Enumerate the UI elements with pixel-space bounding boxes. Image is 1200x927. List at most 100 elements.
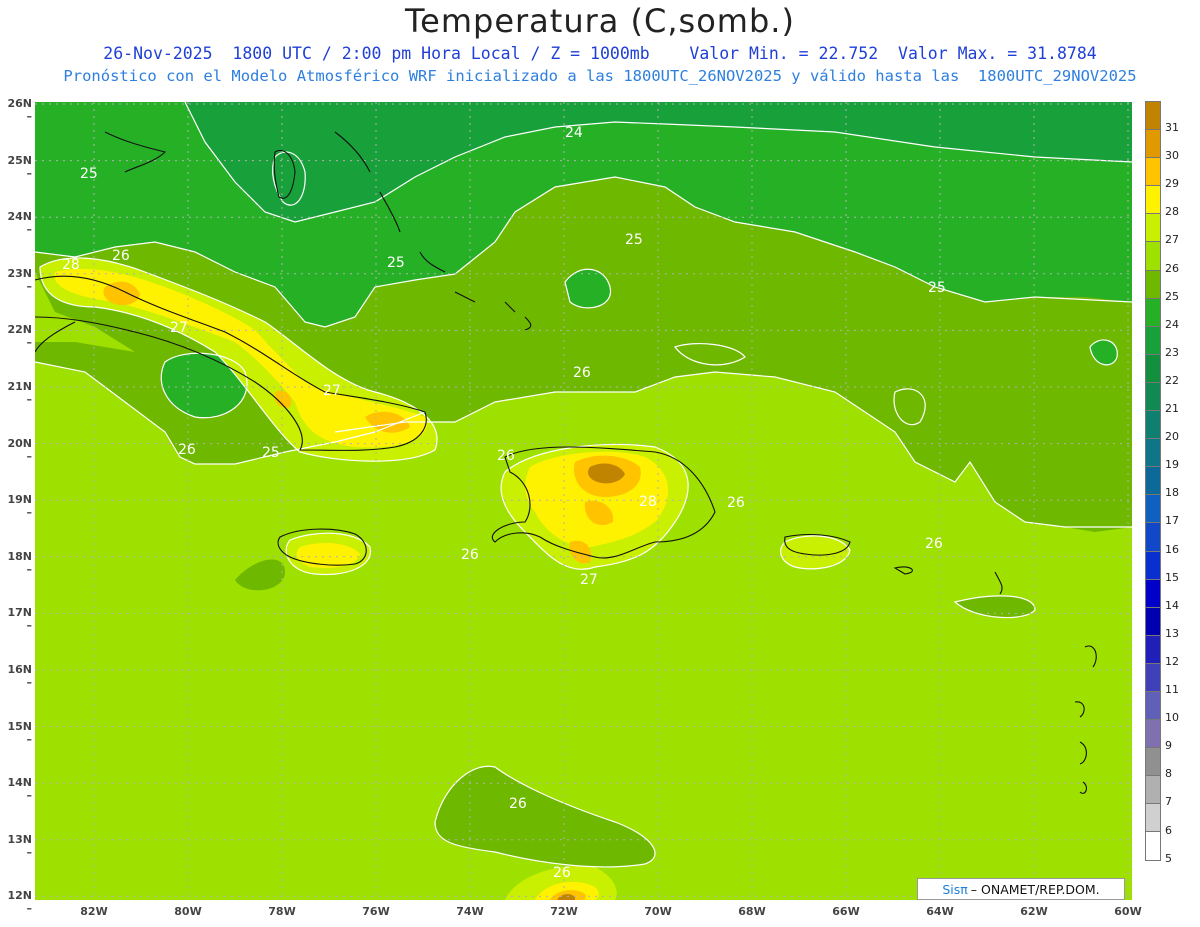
colorbar-label: 18 — [1165, 486, 1179, 500]
lat-label: 15N – — [7, 719, 32, 746]
lat-label: 26N – — [7, 97, 32, 123]
contour-label: 28 — [639, 494, 657, 510]
colorbar-swatch — [1145, 634, 1161, 663]
contour-label: 26 — [925, 536, 943, 552]
contour-label: 27 — [323, 383, 341, 399]
credit-org: – ONAMET/REP.DOM. — [970, 881, 1100, 897]
lon-label: 82W — [80, 905, 108, 918]
colorbar-label: 13 — [1165, 626, 1179, 640]
contour-label: 25 — [80, 166, 98, 182]
contour-label: 25 — [928, 280, 946, 296]
lon-label: 72W — [550, 905, 578, 918]
colorbar-swatch — [1145, 353, 1161, 382]
colorbar-swatch — [1145, 550, 1161, 579]
contour-label: 26 — [112, 248, 130, 264]
contour-label: 27 — [580, 572, 598, 588]
colorbar-swatch — [1145, 690, 1161, 720]
contour-label: 26 — [573, 365, 591, 381]
colorbar-swatch — [1145, 101, 1161, 130]
lon-label: 68W — [738, 905, 766, 918]
contour-label: 25 — [625, 232, 643, 248]
colorbar-label: 30 — [1165, 149, 1179, 163]
colorbar-swatch — [1145, 297, 1161, 326]
colorbar-swatch — [1145, 522, 1161, 551]
colorbar-label: 22 — [1165, 373, 1179, 387]
lat-label: 24N – — [7, 210, 32, 237]
sispi-logo: Sisπ — [942, 881, 968, 897]
contour-label: 26 — [461, 547, 479, 563]
colorbar-label: 28 — [1165, 205, 1179, 219]
lat-label: 18N – — [7, 549, 32, 576]
colorbar-swatch — [1145, 241, 1161, 270]
colorbar-label: 20 — [1165, 430, 1179, 444]
colorbar-label: 31 — [1165, 121, 1179, 134]
colorbar-swatch — [1145, 466, 1161, 495]
colorbar-label: 12 — [1165, 654, 1179, 668]
colorbar-label: 8 — [1165, 767, 1172, 781]
colorbar-label: 14 — [1165, 598, 1179, 612]
colorbar — [1145, 101, 1161, 861]
colorbar-label: 17 — [1165, 514, 1179, 528]
colorbar-swatch — [1145, 831, 1161, 861]
colorbar-label: 10 — [1165, 711, 1179, 725]
lat-label: 20N – — [7, 436, 32, 463]
lon-label: 70W — [644, 905, 672, 918]
colorbar-label: 11 — [1165, 683, 1179, 696]
lat-label: 17N – — [7, 606, 32, 633]
colorbar-swatch — [1145, 129, 1161, 158]
credit-box: Sisπ – ONAMET/REP.DOM. — [917, 878, 1125, 900]
colorbar-label: 9 — [1165, 739, 1172, 753]
colorbar-swatch — [1145, 662, 1161, 691]
colorbar-label: 29 — [1165, 177, 1179, 191]
colorbar-label: 25 — [1165, 289, 1179, 303]
contour-label: 26 — [497, 448, 515, 464]
lon-label: 60W — [1114, 905, 1142, 918]
lon-label: 74W — [456, 905, 484, 918]
contour-label: 24 — [565, 125, 583, 141]
contour-label: 26 — [509, 796, 527, 812]
colorbar-label: 26 — [1165, 261, 1179, 275]
contour-label-south: 26 — [553, 865, 571, 881]
colorbar-swatch — [1145, 606, 1161, 635]
colorbar-label: 21 — [1165, 402, 1179, 415]
lat-label: 12N – — [7, 889, 32, 916]
lon-label: 80W — [174, 905, 202, 918]
lat-label: 22N – — [7, 323, 32, 350]
colorbar-swatch — [1145, 157, 1161, 186]
colorbar-swatch — [1145, 438, 1161, 467]
lat-label: 13N – — [7, 832, 32, 859]
colorbar-swatch — [1145, 213, 1161, 242]
colorbar-swatch — [1145, 578, 1161, 607]
forecast-time-line: 26-Nov-2025 1800 UTC / 2:00 pm Hora Loca… — [103, 44, 1097, 63]
temperature-map: 24 25 25 25 25 25 26 26 26 26 26 26 26 2… — [35, 102, 1132, 900]
colorbar-label: 16 — [1165, 542, 1179, 556]
contour-label: 25 — [262, 445, 280, 461]
lat-label: 21N – — [7, 380, 32, 406]
colorbar-swatch — [1145, 269, 1161, 298]
map-title: Temperatura (C,somb.) — [405, 2, 795, 40]
lon-label: 78W — [268, 905, 296, 918]
lat-label: 14N – — [7, 776, 32, 803]
lat-label: 19N – — [7, 493, 32, 520]
lon-label: 76W — [362, 905, 390, 918]
colorbar-swatch — [1145, 381, 1161, 411]
colorbar-swatch — [1145, 775, 1161, 804]
colorbar-swatch — [1145, 719, 1161, 748]
lon-label: 62W — [1020, 905, 1048, 918]
colorbar-label: 7 — [1165, 795, 1172, 809]
colorbar-swatch — [1145, 410, 1161, 439]
lon-label: 64W — [926, 905, 954, 918]
colorbar-label: 24 — [1165, 317, 1179, 331]
lat-label: 16N – — [7, 663, 32, 689]
colorbar-swatch — [1145, 185, 1161, 214]
contour-label: 25 — [387, 255, 405, 271]
lat-label: 25N – — [7, 153, 32, 180]
colorbar-swatch — [1145, 494, 1161, 523]
colorbar-label: 15 — [1165, 570, 1179, 584]
model-info-line: Pronóstico con el Modelo Atmosférico WRF… — [63, 67, 1137, 85]
contour-label: 26 — [178, 442, 196, 458]
colorbar-label: 5 — [1165, 851, 1172, 865]
colorbar-label: 23 — [1165, 345, 1179, 359]
colorbar-label: 27 — [1165, 233, 1179, 247]
contour-label: 26 — [727, 495, 745, 511]
